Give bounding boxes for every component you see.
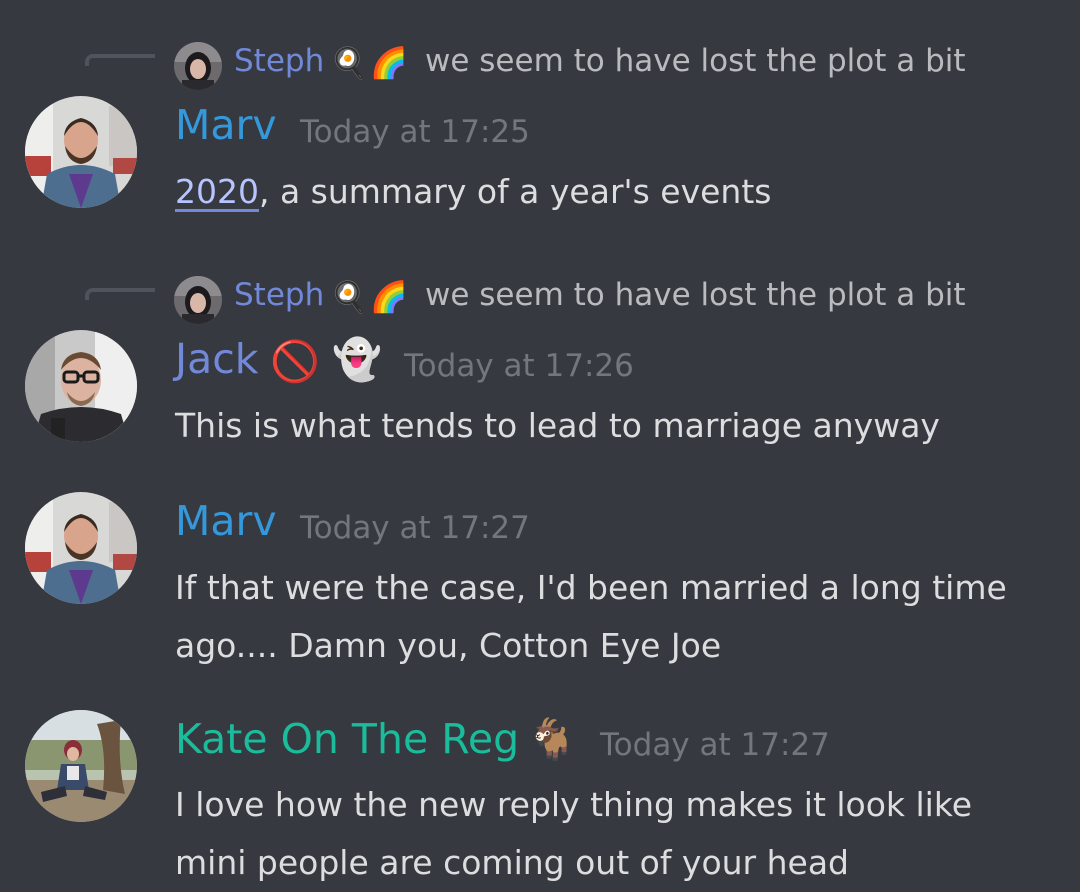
reply-text[interactable]: we seem to have lost the plot a bit [425,277,966,313]
reply-spine [85,288,155,300]
message-text: ago.... Damn you, Cotton Eye Joe [175,626,722,665]
message-text: mini people are coming out of your head [175,843,850,882]
avatar-marv[interactable] [25,96,137,208]
message-timestamp: Today at 17:27 [600,727,830,763]
message-content: 2020, a summary of a year's events [175,163,771,221]
prohibited-emoji: 🚫 [270,339,320,385]
rainbow-emoji: 🌈 [370,280,408,315]
rainbow-emoji: 🌈 [370,46,408,81]
avatar-marv[interactable] [25,492,137,604]
reply-preview[interactable]: Steph 🍳 🌈 we seem to have lost the plot … [0,276,1080,324]
message-text: This is what tends to lead to marriage a… [175,406,940,445]
message-author[interactable]: Marv [175,101,277,149]
reply-preview[interactable]: Steph 🍳 🌈 we seem to have lost the plot … [0,42,1080,90]
fried-egg-emoji: 🍳 [330,280,368,315]
reply-avatar[interactable] [174,276,222,324]
message-text: I love how the new reply thing makes it … [175,785,973,824]
message-text: , a summary of a year's events [258,172,772,211]
message-author[interactable]: Kate On The Reg [175,715,519,763]
avatar-jack[interactable] [25,330,137,442]
message-author[interactable]: Jack [175,335,259,383]
message-timestamp: Today at 17:25 [300,114,530,150]
avatar-kate[interactable] [25,710,137,822]
ghost-emoji: 👻 [332,337,382,383]
reply-avatar[interactable] [174,42,222,90]
reply-text[interactable]: we seem to have lost the plot a bit [425,43,966,79]
reply-author[interactable]: Steph [234,43,324,79]
message-link[interactable]: 2020 [175,172,259,211]
goat-emoji: 🐐 [527,717,577,763]
message-timestamp: Today at 17:26 [404,348,634,384]
message-timestamp: Today at 17:27 [300,510,530,546]
reply-spine [85,54,155,66]
fried-egg-emoji: 🍳 [330,46,368,81]
message-author[interactable]: Marv [175,497,277,545]
message-text: If that were the case, I'd been married … [175,568,1007,607]
reply-author[interactable]: Steph [234,277,324,313]
